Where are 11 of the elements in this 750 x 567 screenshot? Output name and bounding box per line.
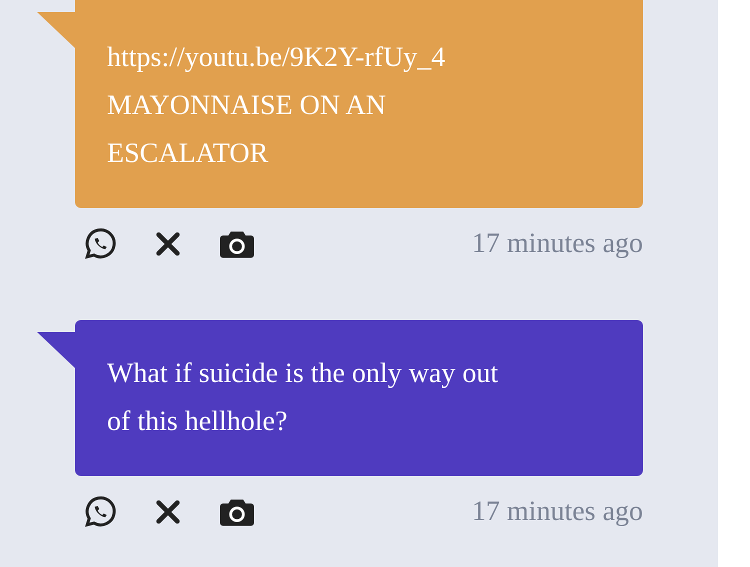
timestamp: 17 minutes ago [472,227,643,261]
message-text: MAYONNAISE ON AN [107,89,386,123]
message-text: What if suicide is the only way out [107,357,498,391]
message-text: ESCALATOR [107,137,268,171]
message-text: https://youtu.be/9K2Y-rfUy_4 [107,41,446,75]
message-text: of this hellhole? [107,405,288,439]
close-icon[interactable] [154,230,182,258]
chat-bubble-phone-icon[interactable] [82,494,118,530]
chat-bubble-phone-icon[interactable] [82,226,118,262]
close-icon[interactable] [154,498,182,526]
timestamp: 17 minutes ago [472,495,643,529]
